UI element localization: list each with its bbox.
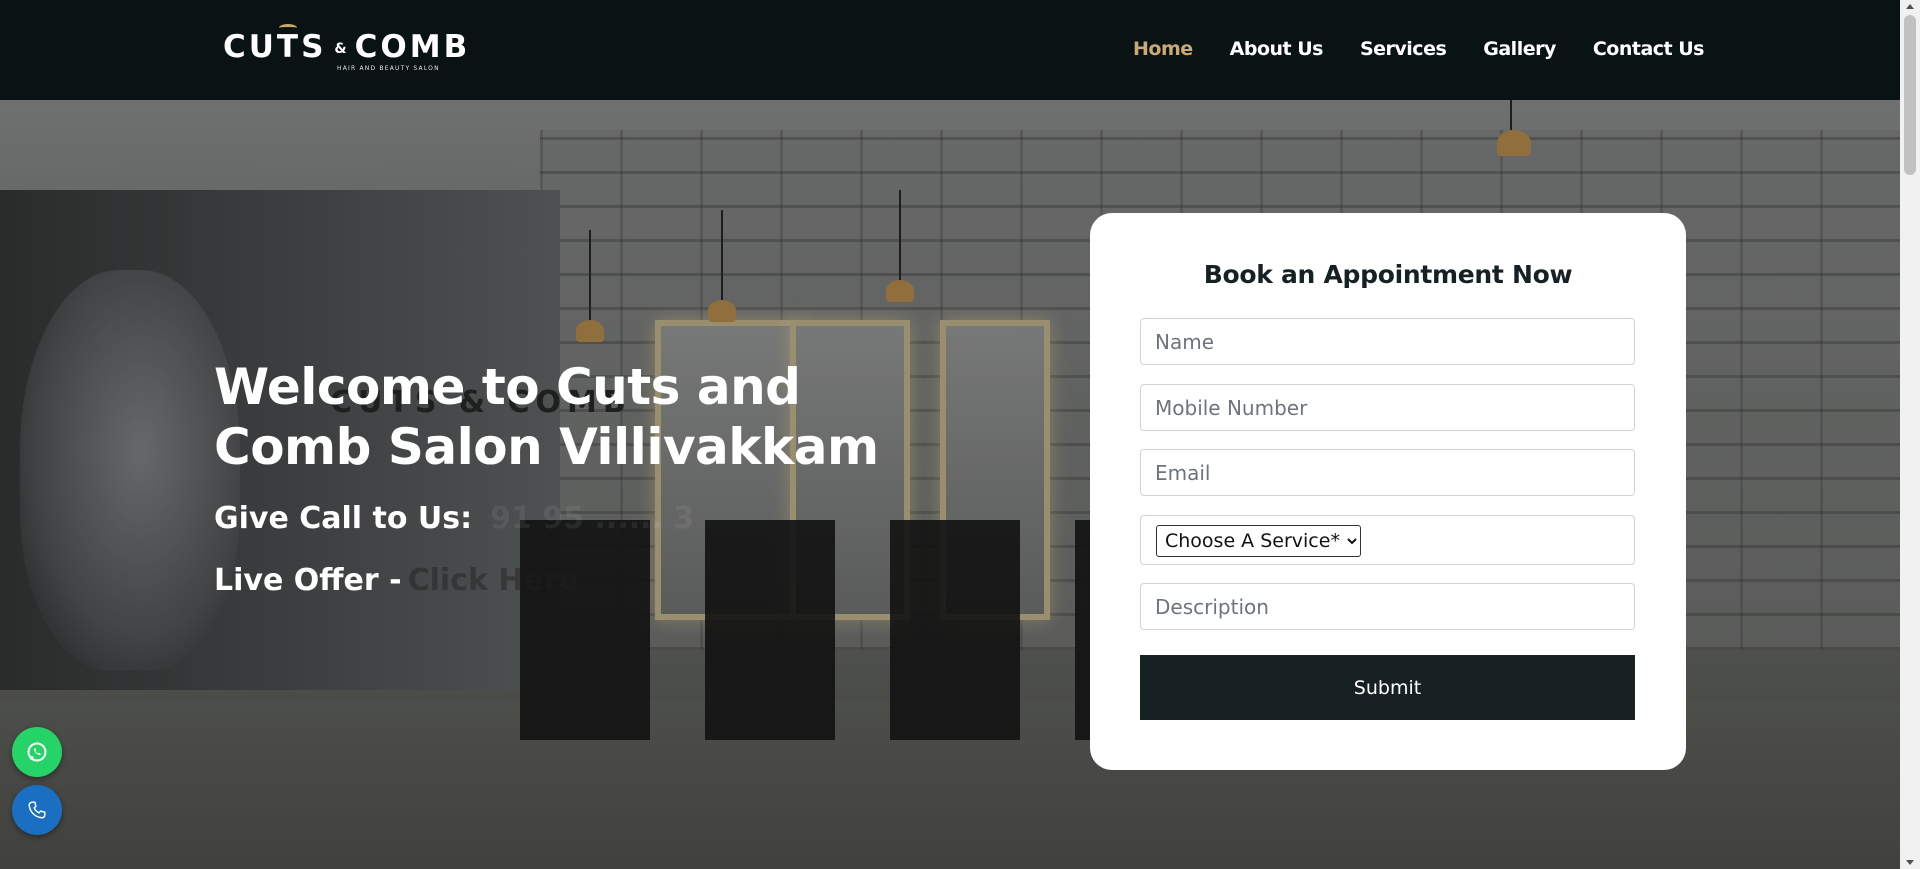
call-number-link[interactable]: 91 95 ...... 3 (490, 501, 694, 536)
phone-call-button[interactable] (12, 785, 62, 835)
offer-link[interactable]: Click Here (408, 563, 579, 598)
scroll-up-arrow-icon[interactable] (1906, 4, 1914, 9)
nav-gallery[interactable]: Gallery (1483, 37, 1556, 61)
phone-icon (28, 801, 46, 819)
call-label: Give Call to Us: (214, 501, 473, 536)
submit-button[interactable]: Submit (1140, 655, 1635, 720)
hero-offer-line: Live Offer - Click Here (214, 562, 579, 600)
nav-about-us[interactable]: About Us (1230, 37, 1324, 61)
scrollbar-thumb[interactable] (1904, 15, 1916, 175)
mobile-number-input[interactable] (1140, 384, 1635, 431)
whatsapp-icon (27, 742, 47, 762)
offer-label: Live Offer - (214, 563, 402, 598)
nav-contact-us[interactable]: Contact Us (1593, 37, 1705, 61)
description-input[interactable] (1140, 583, 1635, 630)
nav-services[interactable]: Services (1360, 37, 1447, 61)
scissors-mark-icon (279, 24, 297, 32)
hero-call-line: Give Call to Us: 91 95 ...... 3 (214, 500, 694, 538)
nav-home[interactable]: Home (1133, 37, 1193, 61)
form-title: Book an Appointment Now (1203, 260, 1573, 289)
top-navbar: CUTS & COMB HAIR AND BEAUTY SALON Home Abo… (0, 0, 1900, 100)
hero-title: Welcome to Cuts and Comb Salon Villivakk… (214, 358, 879, 476)
page-scrollbar[interactable] (1900, 0, 1920, 869)
appointment-form-card: Book an Appointment Now Choose A Service… (1090, 213, 1686, 770)
logo-tagline: HAIR AND BEAUTY SALON (337, 65, 440, 72)
logo-wordmark: CUTS & COMB (223, 29, 471, 65)
scroll-down-arrow-icon[interactable] (1906, 860, 1914, 865)
whatsapp-button[interactable] (12, 727, 62, 777)
site-logo[interactable]: CUTS & COMB HAIR AND BEAUTY SALON (223, 24, 467, 77)
service-select-wrapper: Choose A Service* (1140, 515, 1635, 565)
email-input[interactable] (1140, 449, 1635, 496)
service-select[interactable]: Choose A Service* (1156, 525, 1361, 557)
main-nav: Home About Us Services Gallery Contact U… (1133, 37, 1704, 61)
name-input[interactable] (1140, 318, 1635, 365)
